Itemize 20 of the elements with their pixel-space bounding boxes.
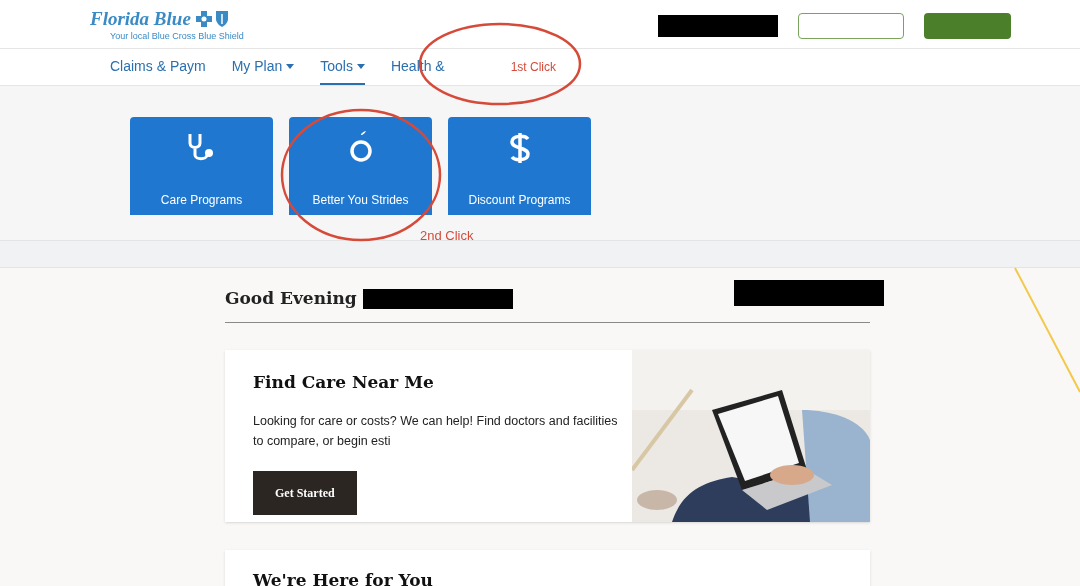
logo-tagline: Your local Blue Cross Blue Shield <box>109 30 244 42</box>
card-description: Looking for care or costs? We can help! Find doctors and facilities to compare, or begin esti <box>253 413 619 450</box>
caret-icon <box>286 63 295 69</box>
get-started-button[interactable]: Get Started <box>253 471 357 515</box>
cross-shield-icon <box>194 10 229 28</box>
annotation-label: 2nd Click <box>420 227 474 245</box>
program-tile[interactable]: Care Programs <box>130 117 273 215</box>
annotation-label: 1st Click <box>510 59 556 76</box>
outline-button[interactable] <box>798 13 904 39</box>
apple-icon <box>347 131 374 163</box>
card-title: We're Here for You <box>253 568 434 586</box>
dollar-icon <box>507 131 532 165</box>
program-tile[interactable]: Better You Strides <box>289 117 432 215</box>
logo-wordmark[interactable]: Florida Blue <box>90 8 191 30</box>
nav-tab[interactable]: Claims & Paym <box>110 49 206 85</box>
program-tile[interactable]: Discount Programs <box>448 117 591 215</box>
greeting-heading: Good Evening <box>225 287 357 310</box>
nav-tab[interactable]: My Plan <box>231 49 295 85</box>
caret-icon <box>356 63 365 69</box>
card-title: Find Care Near Me <box>253 370 435 394</box>
